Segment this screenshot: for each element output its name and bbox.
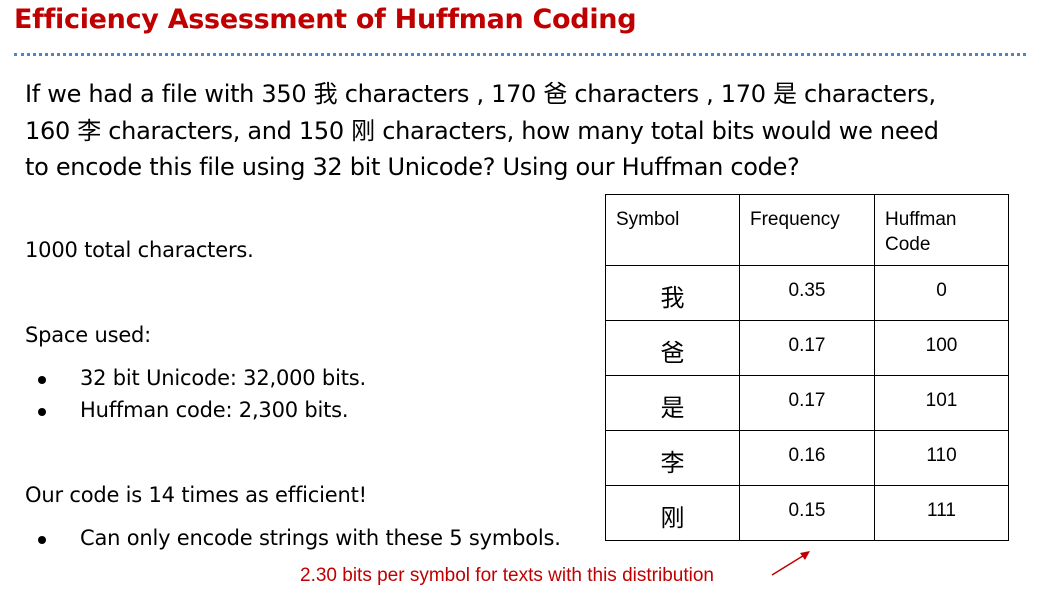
frequency-value: 0.17	[788, 335, 826, 356]
efficiency-text: Our code is 14 times as efficient!	[25, 483, 367, 507]
frequency-cell: 0.16	[739, 430, 875, 486]
frequency-value: 0.35	[788, 280, 826, 301]
question-line-1: If we had a file with 350 我 characters ,…	[25, 80, 936, 108]
space-used-heading: Space used:	[25, 323, 152, 347]
code-value: 100	[925, 335, 958, 356]
frequency-cell: 0.35	[739, 265, 875, 321]
question-line-2: 160 李 characters, and 150 刚 characters, …	[25, 116, 939, 145]
frequency-cell: 0.17	[739, 320, 875, 376]
bullet-icon	[38, 408, 46, 416]
table-row: 李 0.16 110	[605, 430, 1009, 486]
table-row: 爸 0.17 100	[605, 320, 1009, 376]
caveat-text: Can only encode strings with these 5 sym…	[80, 526, 561, 550]
header-huffman-code: Huffman Code	[874, 194, 1009, 266]
huffman-table: Symbol Frequency Huffman Code 我 0.35 0 爸…	[605, 194, 1009, 541]
symbol-value: 我	[660, 283, 685, 312]
header-symbol: Symbol	[605, 194, 740, 266]
question-text: If we had a file with 350 我 characters ,…	[25, 76, 1025, 186]
code-cell: 111	[874, 485, 1009, 541]
bullet-icon	[38, 536, 46, 544]
header-frequency: Frequency	[739, 194, 875, 266]
table-header-row: Symbol Frequency Huffman Code	[605, 194, 1009, 266]
slide-title: Efficiency Assessment of Huffman Coding	[14, 4, 637, 35]
symbol-cell: 爸	[605, 320, 740, 376]
symbol-value: 是	[660, 393, 685, 422]
title-divider	[14, 53, 1026, 56]
table-row: 是 0.17 101	[605, 375, 1009, 431]
symbol-cell: 刚	[605, 485, 740, 541]
code-value: 110	[926, 445, 957, 466]
symbol-value: 李	[660, 448, 685, 477]
question-line-3: to encode this file using 32 bit Unicode…	[25, 153, 800, 181]
frequency-cell: 0.15	[739, 485, 875, 541]
total-characters-text: 1000 total characters.	[25, 238, 254, 262]
frequency-cell: 0.17	[739, 375, 875, 431]
code-cell: 100	[874, 320, 1009, 376]
code-cell: 101	[874, 375, 1009, 431]
bullet-icon	[38, 376, 46, 384]
code-value: 0	[936, 280, 947, 301]
symbol-value: 刚	[660, 503, 685, 532]
arrow-icon	[771, 551, 810, 576]
frequency-value: 0.16	[788, 445, 826, 466]
bits-per-symbol-note: 2.30 bits per symbol for texts with this…	[300, 565, 714, 586]
symbol-cell: 我	[605, 265, 740, 321]
code-cell: 0	[874, 265, 1009, 321]
frequency-value: 0.17	[788, 390, 826, 411]
table-row: 我 0.35 0	[605, 265, 1009, 321]
space-item-huffman: Huffman code: 2,300 bits.	[80, 398, 349, 422]
symbol-value: 爸	[660, 338, 685, 367]
space-item-unicode: 32 bit Unicode: 32,000 bits.	[80, 366, 366, 390]
frequency-value: 0.15	[788, 500, 826, 521]
code-value: 111	[927, 500, 956, 521]
symbol-cell: 是	[605, 375, 740, 431]
code-cell: 110	[874, 430, 1009, 486]
table-row: 刚 0.15 111	[605, 485, 1009, 541]
symbol-cell: 李	[605, 430, 740, 486]
code-value: 101	[925, 390, 958, 411]
